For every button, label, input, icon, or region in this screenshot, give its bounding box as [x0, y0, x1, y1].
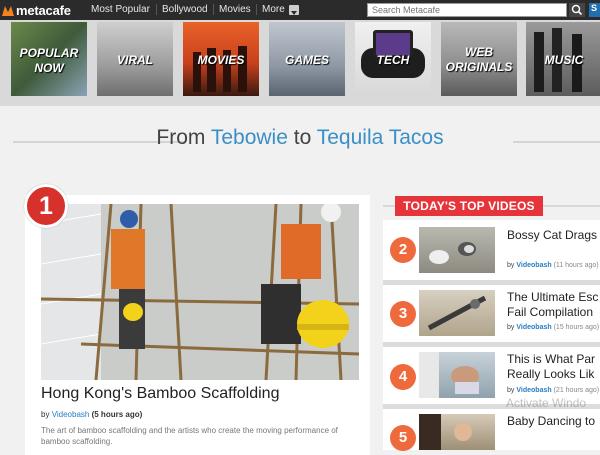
top-video-thumbnail[interactable]: [419, 227, 495, 273]
top-video-author-link[interactable]: Videobash: [516, 324, 551, 331]
top-video-title[interactable]: This is What Par: [507, 352, 595, 367]
top-video-meta: by Videobash (11 hours ago): [507, 262, 599, 269]
top-video-author-link[interactable]: Videobash: [516, 262, 551, 269]
nav-divider: [156, 4, 157, 15]
top-navigation-bar: metacafe Most Popular Bollywood Movies M…: [0, 0, 600, 20]
meta-by-label: by: [507, 324, 515, 331]
logo-text: metacafe: [16, 2, 71, 18]
featured-rank-badge: 1: [24, 184, 68, 228]
parent-video-image: [419, 352, 479, 398]
category-popular-now[interactable]: POPULAR NOW: [11, 22, 87, 96]
fail-video-image: [427, 295, 487, 331]
headline-middle: to: [293, 126, 312, 149]
featured-video-title[interactable]: Hong Kong's Bamboo Scaffolding: [41, 385, 279, 403]
headline-to-link[interactable]: Tequila Tacos: [317, 126, 444, 149]
category-music[interactable]: MUSIC: [526, 22, 600, 96]
category-tech[interactable]: TECH: [355, 22, 431, 96]
top-video-age: (11 hours ago): [553, 262, 599, 269]
todays-top-videos-label: TODAY'S TOP VIDEOS: [395, 196, 543, 216]
featured-author-link[interactable]: Videobash: [52, 410, 90, 419]
meta-by-label: by: [41, 410, 50, 419]
category-games[interactable]: GAMES: [269, 22, 345, 96]
nav-bollywood[interactable]: Bollywood: [162, 4, 208, 15]
top-video-title[interactable]: Baby Dancing to: [507, 414, 595, 429]
category-viral[interactable]: VIRAL: [97, 22, 173, 96]
category-label: GAMES: [284, 53, 329, 67]
page-headline: From Tebowie to Tequila Tacos: [0, 126, 600, 150]
featured-age: (5 hours ago): [91, 410, 143, 419]
meta-by-label: by: [507, 387, 515, 394]
featured-video-description: The art of bamboo scaffolding and the ar…: [41, 426, 338, 446]
rank-badge: 2: [390, 237, 416, 263]
nav-more[interactable]: More: [262, 4, 285, 15]
chevron-down-icon[interactable]: [289, 5, 299, 15]
category-label: TECH: [376, 53, 410, 67]
headline-prefix: From: [156, 126, 206, 149]
category-label: POPULAR NOW: [19, 46, 79, 75]
category-strip: POPULAR NOW VIRAL MOVIES GAMES TECH WEB …: [0, 20, 600, 106]
rank-badge: 5: [390, 425, 416, 451]
category-movies[interactable]: MOVIES: [183, 22, 259, 96]
cat-video-image: [429, 242, 476, 264]
nav-movies[interactable]: Movies: [219, 4, 251, 15]
rank-badge: 3: [390, 301, 416, 327]
headline-from-link[interactable]: Tebowie: [211, 126, 288, 149]
bamboo-scaffolding-image: [41, 204, 359, 380]
meta-by-label: by: [507, 262, 515, 269]
top-video-meta: by Videobash (21 hours ago): [507, 387, 599, 394]
nav-divider: [256, 4, 257, 15]
top-video-thumbnail[interactable]: [419, 290, 495, 336]
top-video-author-link[interactable]: Videobash: [516, 387, 551, 394]
category-label: WEB ORIGINALS: [445, 45, 513, 74]
top-video-title-line-2[interactable]: Really Looks Lik: [507, 367, 594, 382]
top-video-thumbnail[interactable]: [419, 414, 495, 450]
baby-dancing-image: [419, 414, 472, 450]
top-video-age: (15 hours ago): [553, 324, 600, 331]
top-video-thumbnail[interactable]: [419, 352, 495, 398]
search-input[interactable]: [367, 3, 567, 17]
rank-badge: 4: [390, 364, 416, 390]
featured-video-meta: by Videobash (5 hours ago): [41, 410, 142, 419]
metacafe-logo[interactable]: metacafe: [2, 2, 71, 18]
featured-video-thumbnail[interactable]: [41, 204, 359, 380]
search-button[interactable]: [569, 3, 585, 17]
sign-in-button[interactable]: S: [589, 3, 600, 17]
metacafe-logo-icon: [2, 6, 14, 16]
nav-most-popular[interactable]: Most Popular: [91, 4, 150, 15]
top-video-title[interactable]: The Ultimate Esc: [507, 290, 598, 305]
activate-windows-watermark: Activate Windo: [506, 396, 587, 410]
category-label: MUSIC: [544, 53, 584, 67]
top-video-title-line-2[interactable]: Fail Compilation: [507, 305, 593, 320]
nav-divider: [213, 4, 214, 15]
search-icon: [571, 4, 583, 16]
category-label: MOVIES: [197, 53, 245, 67]
top-video-title[interactable]: Bossy Cat Drags: [507, 228, 597, 243]
top-video-age: (21 hours ago): [553, 387, 600, 394]
category-web-originals[interactable]: WEB ORIGINALS: [441, 22, 517, 96]
category-label: VIRAL: [117, 53, 153, 67]
top-video-meta: by Videobash (15 hours ago): [507, 324, 599, 331]
